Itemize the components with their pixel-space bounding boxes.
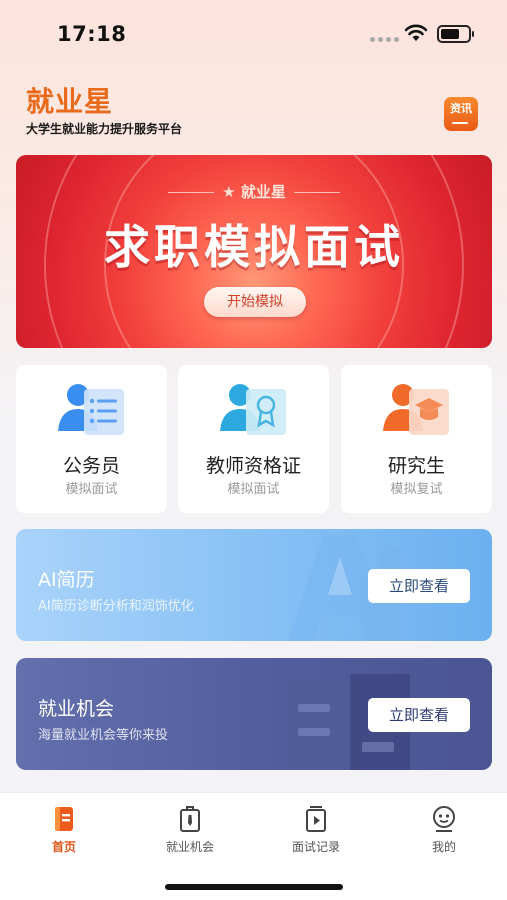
feature-title: 就业机会 (38, 698, 115, 720)
wifi-icon (404, 24, 428, 41)
card-title: 公务员 (62, 455, 120, 477)
news-button[interactable]: 资讯 (444, 97, 478, 131)
card-graduate[interactable]: 研究生 模拟复试 (341, 365, 492, 513)
app-tagline: 大学生就业能力提升服务平台 (26, 122, 183, 136)
mock-interview-banner[interactable]: ★ 就业星 求职模拟面试 开始模拟 (16, 155, 492, 348)
profile-face-icon (433, 806, 455, 832)
star-icon: ★ (222, 183, 236, 201)
news-button-label: 资讯 (450, 102, 472, 115)
view-ai-resume-button[interactable]: 立即查看 (368, 569, 470, 603)
tab-interview-records[interactable]: 面试记录 (276, 804, 356, 855)
card-title: 研究生 (387, 455, 445, 477)
tab-label: 我的 (431, 840, 456, 854)
tab-label: 就业机会 (165, 840, 214, 854)
card-subtitle: 模拟面试 (65, 482, 118, 497)
person-graduation-icon (383, 384, 449, 435)
job-opportunity-banner[interactable]: 就业机会 海量就业机会等你来投 立即查看 (16, 658, 492, 770)
home-indicator (165, 884, 343, 890)
ai-resume-banner[interactable]: AI简历 AI简历诊断分析和润饰优化 立即查看 (16, 529, 492, 641)
tab-label: 首页 (51, 840, 76, 854)
card-title: 教师资格证 (205, 455, 301, 477)
banner-badge-label: 就业星 (240, 183, 286, 201)
banner-badge: ★ 就业星 (16, 181, 492, 202)
tab-home[interactable]: 首页 (24, 804, 104, 855)
card-subtitle: 模拟面试 (227, 482, 280, 497)
battery-icon (437, 25, 474, 43)
status-time: 17:18 (57, 22, 127, 46)
feature-title: AI简历 (38, 569, 95, 591)
briefcase-tie-icon (180, 806, 200, 832)
status-bar: 17:18 (0, 0, 507, 66)
tab-profile[interactable]: 我的 (404, 804, 484, 855)
home-doc-icon (55, 807, 73, 831)
video-record-icon (306, 806, 326, 832)
start-mock-button[interactable]: 开始模拟 (204, 287, 306, 317)
tab-label: 面试记录 (291, 840, 340, 854)
view-jobs-button[interactable]: 立即查看 (368, 698, 470, 732)
person-list-icon (58, 384, 124, 435)
feature-subtitle: 海量就业机会等你来投 (38, 728, 169, 743)
card-teacher-certificate[interactable]: 教师资格证 模拟面试 (178, 365, 329, 513)
banner-title: 求职模拟面试 (104, 220, 404, 274)
tab-jobs[interactable]: 就业机会 (150, 804, 230, 855)
app-brand-title: 就业星 (26, 85, 114, 118)
feature-subtitle: AI简历诊断分析和润饰优化 (38, 599, 194, 614)
card-subtitle: 模拟复试 (390, 482, 443, 497)
cellular-signal-icon (370, 37, 399, 42)
person-certificate-icon (220, 384, 286, 435)
card-civil-servant[interactable]: 公务员 模拟面试 (16, 365, 167, 513)
